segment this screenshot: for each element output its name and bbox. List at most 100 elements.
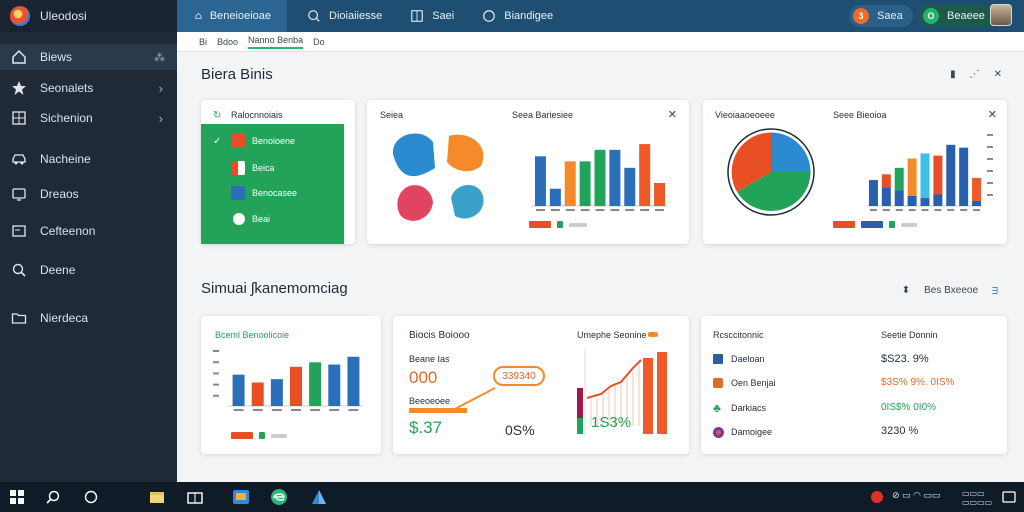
bag-icon	[713, 378, 723, 388]
summary-row-label: Damoigee	[731, 427, 773, 437]
breadcrumb-item[interactable]: Do	[313, 37, 325, 47]
tab-home[interactable]: Beneioeioae	[177, 0, 287, 32]
tab-label: Saei	[432, 10, 455, 22]
legend-swatch	[901, 222, 917, 227]
tab-grid[interactable]: Saei	[396, 0, 468, 32]
tick-label	[580, 209, 590, 211]
bar-card: Bceml Benoolicoie	[201, 316, 381, 454]
tab-clock[interactable]: Biandigee	[468, 0, 567, 32]
bar-chart	[531, 144, 667, 211]
system-tray-icons[interactable]: ⊘ ▭ ◠ ▭▭	[892, 490, 940, 501]
app-title: Uleodosi	[40, 9, 87, 23]
sidebar-item-nierdeca[interactable]: Nierdeca	[0, 305, 177, 331]
list-item[interactable]: Beica	[252, 163, 275, 173]
tick-label	[310, 409, 321, 411]
sidebar-item-cefteenon[interactable]: Cefteenon	[0, 218, 177, 244]
sidebar-item-label: Cefteenon	[40, 224, 96, 238]
panel-icon[interactable]: ▮	[950, 69, 956, 80]
breadcrumb-item-active[interactable]: Nanno Benba	[248, 35, 304, 49]
sidebar-item-dreaos[interactable]: Dreaos	[0, 181, 177, 207]
stat-value: 000	[409, 368, 438, 387]
folder-icon	[10, 309, 28, 327]
taskbar: ⊘ ▭ ◠ ▭▭ ▭▭▭ ▭▭▭▭	[0, 482, 1024, 512]
legend-swatch	[889, 221, 895, 228]
tab-search[interactable]: Dioiaiiesse	[293, 0, 396, 32]
edge-browser-icon[interactable]	[270, 488, 288, 506]
section-action-label[interactable]: Bes Bxeeoe	[924, 285, 978, 296]
tick-label	[252, 409, 263, 411]
expand-icon[interactable]: ⋰	[970, 69, 980, 80]
breadcrumb-prefix[interactable]: Bi	[199, 37, 207, 47]
close-icon[interactable]: ✕	[994, 69, 1002, 80]
app-icon[interactable]	[310, 488, 328, 506]
notification-pill[interactable]: 3 Saea	[849, 5, 913, 27]
summary-row-value: 3230 %	[881, 425, 919, 437]
tick-label	[987, 182, 993, 184]
list-item[interactable]: Benocasee	[252, 188, 297, 198]
photos-icon[interactable]	[232, 488, 250, 506]
tick-label	[655, 209, 665, 211]
tick-label	[348, 409, 359, 411]
antivirus-icon[interactable]	[868, 488, 886, 506]
summary-row-value: $3S% 9%. 0IS%	[881, 377, 955, 388]
chart-bar	[972, 177, 982, 201]
status-pill[interactable]: O Beaeee	[919, 5, 995, 27]
clock[interactable]: ▭▭▭ ▭▭▭▭	[962, 489, 992, 507]
chart-bar	[309, 362, 322, 406]
tick-label	[640, 209, 650, 211]
sidebar-item-label: Biews	[40, 50, 73, 64]
summary-row-value: 0IS$% 0I0%	[881, 402, 937, 413]
user-avatar[interactable]	[990, 4, 1012, 26]
chart-bar	[907, 158, 917, 196]
column-title: Seetie Donnin	[881, 330, 938, 340]
top-navigation-bar: Beneioeioae Dioiaiiesse Saei Biandigee 3…	[177, 0, 1024, 32]
chart-bar	[657, 352, 667, 434]
list-item[interactable]: Benoioene	[252, 136, 295, 146]
close-icon[interactable]: ✕	[668, 108, 677, 121]
tick-label	[987, 170, 993, 172]
start-icon[interactable]	[8, 488, 26, 506]
tick-label	[625, 209, 635, 211]
file-explorer-icon[interactable]	[148, 488, 166, 506]
refresh-icon[interactable]: ᴟ	[992, 285, 998, 296]
legend-swatch	[648, 332, 658, 337]
close-icon[interactable]: ✕	[988, 108, 997, 121]
sidebar-item-sichenion[interactable]: Sichenion ›	[0, 105, 177, 131]
sidebar-item-nacheine[interactable]: Nacheine	[0, 146, 177, 172]
stacked-bar-chart	[867, 134, 993, 211]
tick-label	[565, 209, 575, 211]
person-icon	[231, 186, 245, 200]
breadcrumb-item[interactable]: Bdoo	[217, 37, 238, 47]
stat-label: Beeoeoee	[409, 396, 451, 406]
store-icon[interactable]	[186, 488, 204, 506]
chart-bar	[594, 149, 606, 206]
summary-card: Rcsccitonnic Seetie Donnin Daeloan $S23.…	[701, 316, 1007, 454]
sort-icon[interactable]: ⬍	[902, 285, 910, 296]
sidebar-item-views[interactable]: Biews ⁂	[0, 44, 177, 70]
circle-icon	[233, 213, 245, 225]
list-item[interactable]: Beai	[252, 214, 270, 224]
sidebar-item-label: Sichenion	[40, 111, 93, 125]
tick-label	[973, 209, 981, 211]
task-view-icon[interactable]	[82, 488, 100, 506]
bar-value-label: 1S3%	[591, 414, 632, 431]
tick-label	[550, 209, 560, 211]
app-brand[interactable]: Uleodosi	[0, 0, 177, 32]
chart-legend	[833, 221, 917, 228]
refresh-icon[interactable]: ↻	[213, 110, 221, 121]
chart-bar	[270, 379, 283, 406]
sidebar-item-deene[interactable]: Deene	[0, 257, 177, 283]
clock-icon	[483, 10, 496, 22]
section-actions: ⬍ Bes Bxeeoe ᴟ	[902, 285, 998, 296]
card-title: Seiea	[380, 110, 404, 120]
tick-label	[947, 209, 955, 211]
sidebar-item-seonalets[interactable]: Seonalets ›	[0, 75, 177, 101]
summary-row-label: Darkiacs	[731, 403, 767, 413]
tick-label	[987, 194, 993, 196]
donut-segment	[771, 132, 811, 172]
notifications-icon[interactable]	[1000, 488, 1018, 506]
chart-bar	[624, 167, 636, 206]
legend-swatch	[231, 432, 253, 439]
search-icon[interactable]	[44, 488, 62, 506]
stat-label: Beane Ias	[409, 354, 450, 364]
